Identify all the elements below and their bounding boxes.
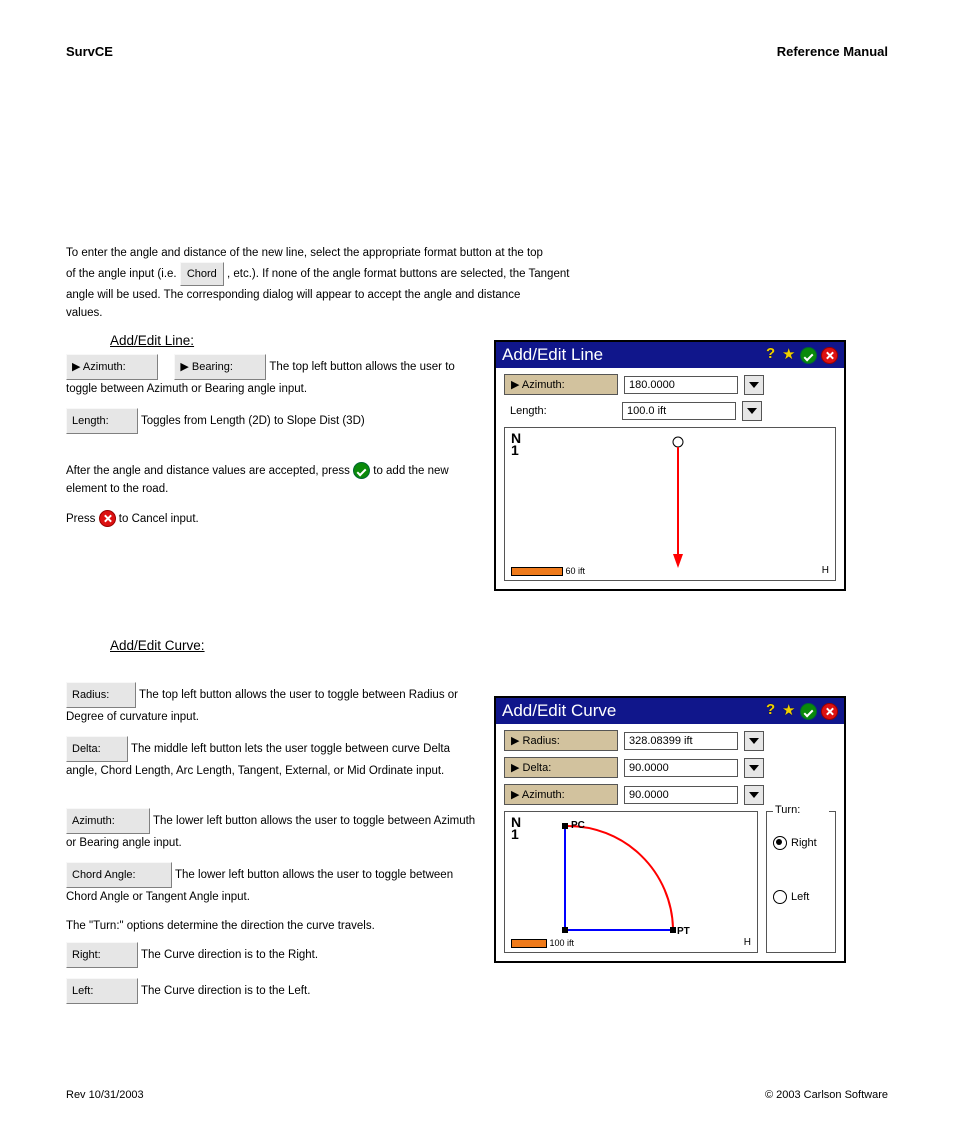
length-input[interactable]: 100.0 ift xyxy=(622,402,736,420)
right-button-ref[interactable]: Right: xyxy=(66,942,138,968)
doc-title-left: SurvCE xyxy=(66,44,113,59)
turn-left-radio[interactable]: Left xyxy=(773,890,829,904)
turn-heading: The "Turn:" options determine the direct… xyxy=(66,920,476,932)
dropdown-button[interactable] xyxy=(742,401,762,421)
left-button-ref[interactable]: Left: xyxy=(66,978,138,1004)
turn-group: Turn: Right Left xyxy=(766,811,836,953)
azimuth-button[interactable]: ▶ Azimuth: xyxy=(504,784,618,805)
dialog2-title: Add/Edit Curve xyxy=(502,701,764,721)
delta-button[interactable]: ▶ Delta: xyxy=(504,757,618,778)
dropdown-button[interactable] xyxy=(744,785,764,805)
cancel-text-a: Press xyxy=(66,513,99,525)
azimuth-input[interactable]: 90.0000 xyxy=(624,786,738,804)
footer-rev: Rev 10/31/2003 xyxy=(66,1089,144,1101)
length-label: Length: xyxy=(504,402,616,420)
radius-button[interactable]: ▶ Radius: xyxy=(504,730,618,751)
chordang-button-ref[interactable]: Chord Angle: xyxy=(66,862,172,888)
para0-a: To enter the angle and distance of the n… xyxy=(66,247,543,259)
radius-button-ref[interactable]: Radius: xyxy=(66,682,136,708)
dropdown-button[interactable] xyxy=(744,731,764,751)
cancel-icon xyxy=(99,510,116,527)
add-edit-curve-dialog: Add/Edit Curve ▶ Radius: 328.08399 ift ▶… xyxy=(494,696,846,963)
delta-input[interactable]: 90.0000 xyxy=(624,759,738,777)
azimuth-button-ref[interactable]: ▶ Azimuth: xyxy=(66,354,158,380)
chord-button-ref[interactable]: Chord xyxy=(180,262,224,286)
para0-c: values. xyxy=(66,307,102,319)
close-icon[interactable] xyxy=(821,703,838,720)
length-desc: Toggles from Length (2D) to Slope Dist (… xyxy=(141,415,365,427)
section-link-line[interactable]: Add/Edit Line: xyxy=(110,333,194,348)
para0-mid: of the angle input (i.e. xyxy=(66,268,180,280)
curve-preview: N1 PC PT 100 ift H xyxy=(504,811,758,953)
cancel-text-b: to Cancel input. xyxy=(119,513,199,525)
ok-icon[interactable] xyxy=(800,347,817,364)
azimuth2-button-ref[interactable]: Azimuth: xyxy=(66,808,150,834)
radius-input[interactable]: 328.08399 ift xyxy=(624,732,738,750)
help-icon[interactable] xyxy=(764,703,778,717)
para0-b: angle will be used. The corresponding di… xyxy=(66,289,520,301)
section-link-curve[interactable]: Add/Edit Curve: xyxy=(110,638,205,653)
favorite-icon[interactable] xyxy=(782,703,796,717)
bearing-button-ref[interactable]: ▶ Bearing: xyxy=(174,354,266,380)
delta-button-ref[interactable]: Delta: xyxy=(66,736,128,762)
ok-icon xyxy=(353,462,370,479)
doc-title-right: Reference Manual xyxy=(777,44,888,59)
help-icon[interactable] xyxy=(764,347,778,361)
close-icon[interactable] xyxy=(821,347,838,364)
svg-text:PC: PC xyxy=(571,820,585,831)
line-preview: N1 60 ift H xyxy=(504,427,836,581)
ok-icon[interactable] xyxy=(800,703,817,720)
turn-label: Turn: xyxy=(773,804,829,816)
right-desc: The Curve direction is to the Right. xyxy=(141,949,318,961)
turn-right-radio[interactable]: Right xyxy=(773,836,829,850)
dropdown-button[interactable] xyxy=(744,375,764,395)
dialog1-title: Add/Edit Line xyxy=(502,345,764,365)
para0-mid2: , etc.). If none of the angle format but… xyxy=(227,268,569,280)
dropdown-button[interactable] xyxy=(744,758,764,778)
add-edit-line-dialog: Add/Edit Line ▶ Azimuth: 180.0000 Length… xyxy=(494,340,846,591)
footer-copyright: © 2003 Carlson Software xyxy=(765,1089,888,1101)
left-desc: The Curve direction is to the Left. xyxy=(141,985,310,997)
favorite-icon[interactable] xyxy=(782,347,796,361)
accept-text-a: After the angle and distance values are … xyxy=(66,465,353,477)
azimuth-button[interactable]: ▶ Azimuth: xyxy=(504,374,618,395)
azimuth-input[interactable]: 180.0000 xyxy=(624,376,738,394)
length-button-ref[interactable]: Length: xyxy=(66,408,138,434)
svg-text:PT: PT xyxy=(677,926,690,937)
